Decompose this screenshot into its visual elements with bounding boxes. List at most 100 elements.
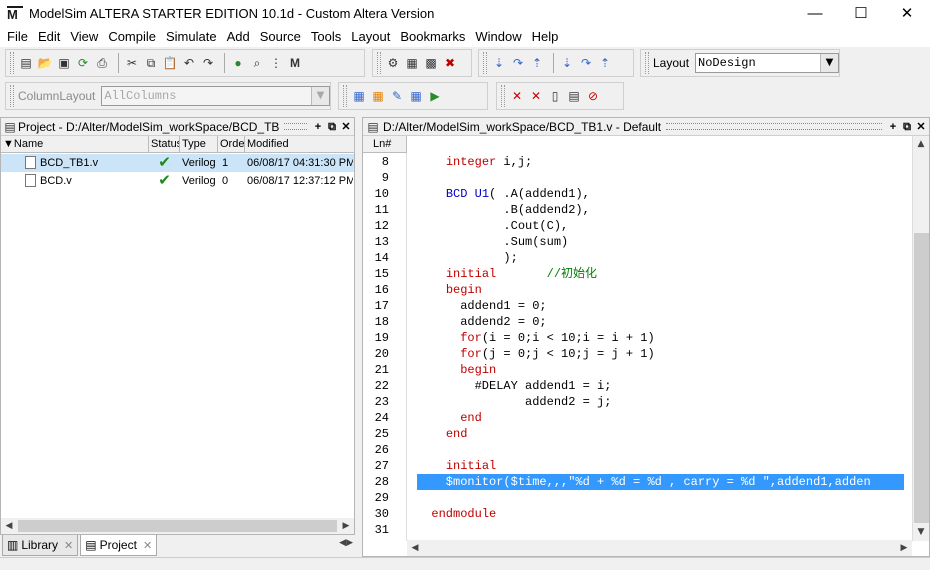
code-line[interactable]: 19 for(i = 0;i < 10;i = i + 1) <box>363 330 913 346</box>
code-line[interactable]: 29 <box>363 490 913 506</box>
horizontal-scrollbar[interactable]: ◀ ▶ <box>1 518 354 534</box>
menu-tools[interactable]: Tools <box>306 26 346 47</box>
close-pane-icon[interactable]: ✕ <box>915 121 927 133</box>
code-line[interactable]: 15 initial //初始化 <box>363 266 913 282</box>
chevron-down-icon[interactable]: ▼ <box>820 54 838 72</box>
vertical-scrollbar[interactable]: ▲ ▼ <box>912 136 929 541</box>
code-line[interactable]: 9 <box>363 170 913 186</box>
undock-icon[interactable]: ⧉ <box>901 121 913 133</box>
scroll-right-icon[interactable]: ▶ <box>896 540 912 556</box>
code-line[interactable]: 16 begin <box>363 282 913 298</box>
minimize-button[interactable]: — <box>792 0 838 26</box>
maximize-button[interactable]: ☐ <box>838 0 884 26</box>
menu-bookmarks[interactable]: Bookmarks <box>395 26 470 47</box>
code-line[interactable]: 8 integer i,j; <box>363 154 913 170</box>
wave-group-icon[interactable]: ▦ <box>408 88 424 104</box>
scroll-thumb[interactable] <box>18 520 337 532</box>
compile-icon[interactable]: ⚙ <box>385 55 401 71</box>
column-name[interactable]: ▼Name <box>1 136 149 153</box>
wave-remove-icon[interactable]: ▦ <box>370 88 386 104</box>
add-icon[interactable]: ● <box>230 55 246 71</box>
scroll-thumb[interactable] <box>914 233 929 523</box>
code-line[interactable]: 22 #DELAY addend1 = i; <box>363 378 913 394</box>
column-modified[interactable]: Modified <box>245 136 355 153</box>
code-line[interactable]: 17 addend1 = 0; <box>363 298 913 314</box>
step-back-icon[interactable]: ⇣ <box>559 55 575 71</box>
code-line[interactable]: 27 initial <box>363 458 913 474</box>
document-icon[interactable]: ▯ <box>547 88 563 104</box>
code-line[interactable]: 20 for(j = 0;j < 10;j = j + 1) <box>363 346 913 362</box>
tab-library[interactable]: ▥ Library ✕ <box>2 535 79 556</box>
simulate-icon[interactable]: ▩ <box>423 55 439 71</box>
menu-simulate[interactable]: Simulate <box>161 26 222 47</box>
code-line[interactable]: 23 addend2 = j; <box>363 394 913 410</box>
code-line[interactable]: 24 end <box>363 410 913 426</box>
columnlayout-select[interactable]: AllColumns ▼ <box>101 86 330 106</box>
cut-icon[interactable]: ✂ <box>124 55 140 71</box>
step-out-icon[interactable]: ⇡ <box>529 55 545 71</box>
chevron-down-icon[interactable]: ▼ <box>311 87 329 105</box>
step-over-back-icon[interactable]: ↷ <box>578 55 594 71</box>
scroll-left-icon[interactable]: ◀ <box>1 518 17 534</box>
code-line[interactable]: 14 ); <box>363 250 913 266</box>
menu-add[interactable]: Add <box>222 26 255 47</box>
modelsim-icon[interactable]: M <box>287 55 303 71</box>
close-icon[interactable]: ✕ <box>64 539 73 552</box>
code-line[interactable]: 10 BCD U1( .A(addend1), <box>363 186 913 202</box>
menu-help[interactable]: Help <box>527 26 564 47</box>
break-icon[interactable]: ✖ <box>442 55 458 71</box>
new-file-icon[interactable]: ▤ <box>18 55 34 71</box>
find-icon[interactable]: ⌕ <box>249 55 265 71</box>
menu-window[interactable]: Window <box>470 26 526 47</box>
close-pane-icon[interactable]: ✕ <box>340 121 352 133</box>
pane-grip[interactable] <box>284 123 307 130</box>
reload-icon[interactable]: ⟳ <box>75 55 91 71</box>
cursor-delete-all-icon[interactable]: ✕ <box>528 88 544 104</box>
add-pane-icon[interactable]: + <box>312 121 324 133</box>
code-line[interactable]: 18 addend2 = 0; <box>363 314 913 330</box>
menu-file[interactable]: File <box>2 26 33 47</box>
tab-scroll-icon[interactable]: ◀▶ <box>339 537 353 548</box>
cursor-delete-icon[interactable]: ✕ <box>509 88 525 104</box>
code-line[interactable]: 12 .Cout(C), <box>363 218 913 234</box>
menu-source[interactable]: Source <box>255 26 306 47</box>
wave-edit-icon[interactable]: ✎ <box>389 88 405 104</box>
scroll-up-icon[interactable]: ▲ <box>913 136 929 152</box>
toolbar-grip[interactable] <box>10 52 14 74</box>
undo-icon[interactable]: ↶ <box>181 55 197 71</box>
redo-icon[interactable]: ↷ <box>200 55 216 71</box>
code-line[interactable]: 31 <box>363 522 913 538</box>
column-type[interactable]: Type <box>180 136 218 153</box>
tab-project[interactable]: ▤ Project ✕ <box>80 535 158 556</box>
code-line[interactable]: 21 begin <box>363 362 913 378</box>
menu-layout[interactable]: Layout <box>346 26 395 47</box>
menu-edit[interactable]: Edit <box>33 26 65 47</box>
code-line[interactable]: 28 $monitor($time,,,"%d + %d = %d , carr… <box>363 474 913 490</box>
paste-icon[interactable]: 📋 <box>162 55 178 71</box>
save-icon[interactable]: ▣ <box>56 55 72 71</box>
compile-all-icon[interactable]: ▦ <box>404 55 420 71</box>
code-line[interactable]: 13 .Sum(sum) <box>363 234 913 250</box>
layout-select[interactable]: NoDesign ▼ <box>695 53 839 73</box>
table-row[interactable]: BCD_TB1.v ✔ Verilog 1 06/08/17 04:31:30 … <box>1 154 354 172</box>
stop-icon[interactable]: ⊘ <box>585 88 601 104</box>
scroll-down-icon[interactable]: ▼ <box>913 524 929 540</box>
column-status[interactable]: Status <box>149 136 180 153</box>
open-icon[interactable]: 📂 <box>37 55 53 71</box>
report-icon[interactable]: ▤ <box>566 88 582 104</box>
menu-view[interactable]: View <box>65 26 103 47</box>
table-row[interactable]: BCD.v ✔ Verilog 0 06/08/17 12:37:12 PM <box>1 172 354 190</box>
print-icon[interactable]: ⎙ <box>94 55 110 71</box>
close-button[interactable]: ✕ <box>884 0 930 26</box>
wave-add-icon[interactable]: ▦ <box>351 88 367 104</box>
column-order[interactable]: Order <box>218 136 245 153</box>
collapse-icon[interactable]: ⋮ <box>268 55 284 71</box>
menu-compile[interactable]: Compile <box>103 26 161 47</box>
code-line[interactable]: 25 end <box>363 426 913 442</box>
copy-icon[interactable]: ⧉ <box>143 55 159 71</box>
step-icon[interactable]: ⇣ <box>491 55 507 71</box>
code-area[interactable]: 8 integer i,j; 9 10 BCD U1( .A(addend1), 11… <box>363 154 913 542</box>
add-pane-icon[interactable]: + <box>887 121 899 133</box>
scroll-left-icon[interactable]: ◀ <box>407 540 423 556</box>
step-over-icon[interactable]: ↷ <box>510 55 526 71</box>
